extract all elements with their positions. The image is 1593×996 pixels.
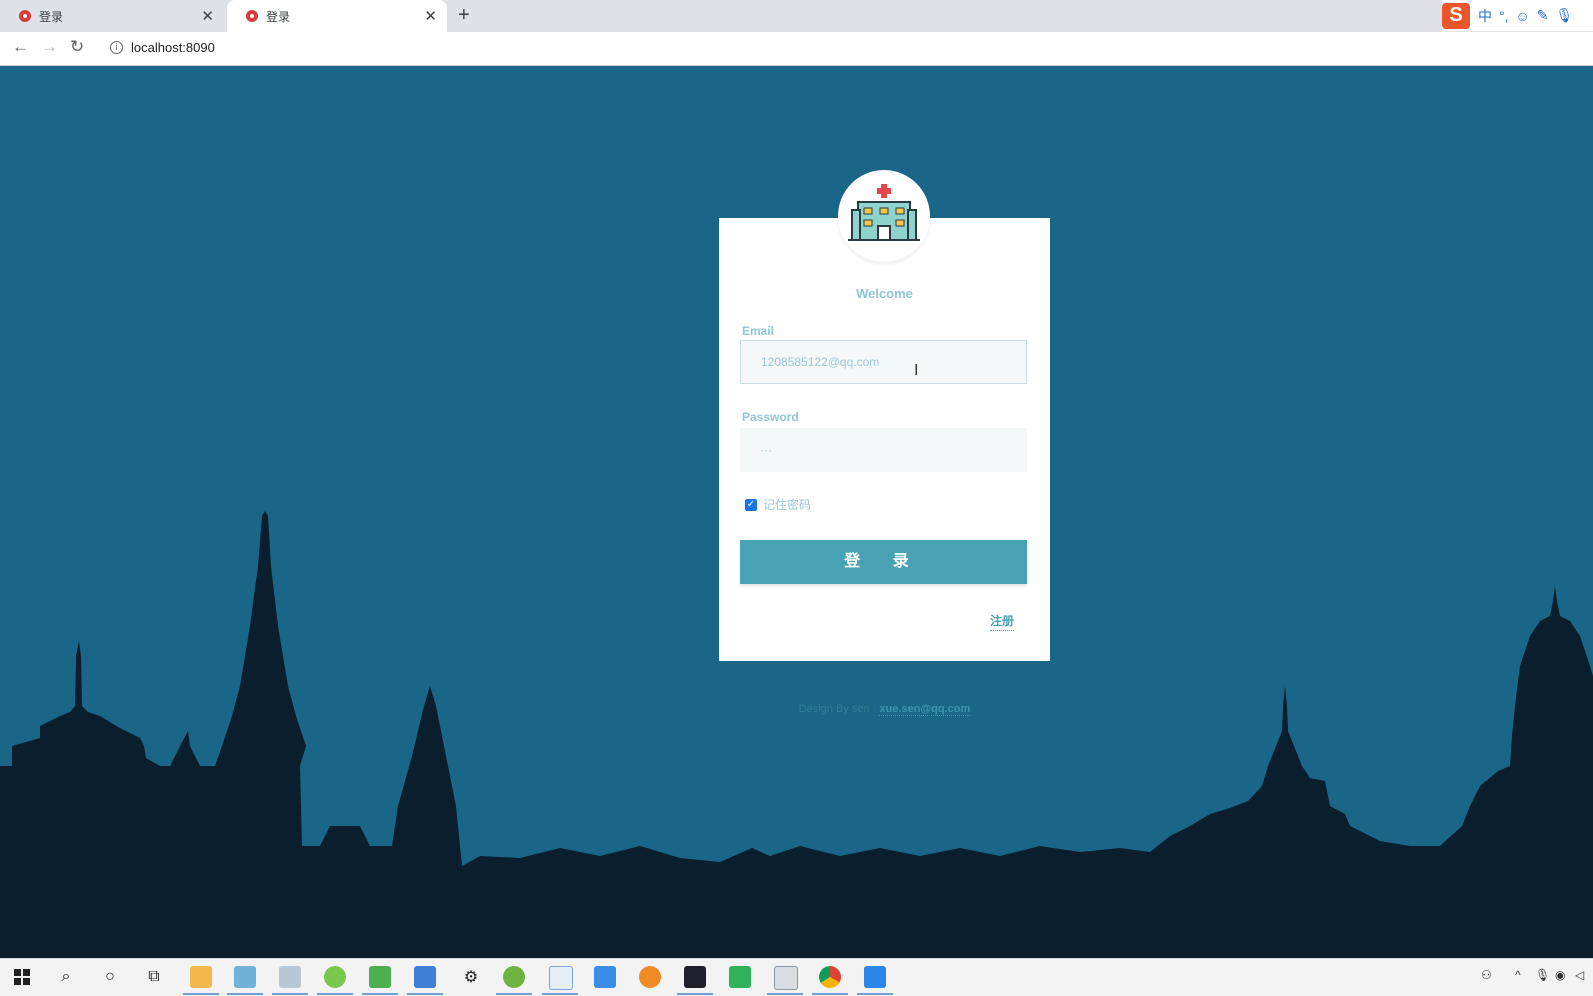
intellij-icon[interactable] — [684, 966, 706, 988]
hub-icon[interactable] — [549, 966, 573, 990]
welcome-heading: Welcome — [856, 286, 913, 301]
windows-start-icon[interactable] — [10, 965, 34, 989]
site-favicon-icon — [19, 10, 31, 22]
text-cursor-icon: I — [914, 362, 919, 379]
cortana-icon[interactable]: ○ — [98, 965, 122, 989]
ime-pen-icon[interactable]: ✎ — [1537, 7, 1549, 24]
volume-icon[interactable]: ◁ — [1575, 968, 1584, 982]
green-app-icon[interactable] — [324, 966, 346, 988]
store-icon[interactable] — [414, 966, 436, 988]
footer-credit: Design By sen · — [798, 703, 880, 715]
editor-icon[interactable] — [369, 966, 391, 988]
microphone-icon[interactable]: 🎙 — [1535, 968, 1550, 982]
settings-gear-icon[interactable]: ⚙ — [459, 965, 483, 989]
remember-checkbox[interactable]: ✓ — [745, 498, 757, 511]
people-icon[interactable]: ⚇ — [1481, 968, 1492, 982]
ime-mic-icon[interactable]: 🎙 — [1556, 7, 1574, 24]
hbuilder-icon[interactable] — [729, 966, 751, 988]
page-footer: Design By sen · xue.sen@qq.com — [719, 703, 1050, 716]
terminal-icon[interactable] — [774, 966, 798, 990]
email-input[interactable]: 1208585122@qq.com — [740, 340, 1027, 384]
site-favicon-icon — [246, 10, 258, 22]
tab-title: 登录 — [39, 9, 64, 24]
register-link[interactable]: 注册 — [990, 612, 1015, 631]
tab-title: 登录 — [266, 9, 291, 24]
remember-label[interactable]: 记住密码 — [763, 496, 811, 513]
address-bar[interactable]: i localhost:8090 — [110, 40, 215, 55]
new-tab-icon[interactable]: + — [458, 4, 470, 27]
hospital-logo — [838, 170, 930, 262]
footer-email-link[interactable]: xue.sen@qq.com — [879, 703, 971, 716]
site-info-icon[interactable]: i — [110, 41, 123, 54]
windows-taskbar: ⌕ ○ ⧉ ⚙ ⚇ ^ 🎙 ◉ ◁ — [0, 958, 1593, 996]
ime-punctuation-icon[interactable]: °, — [1499, 8, 1509, 24]
notes-icon[interactable] — [234, 966, 256, 988]
url-text[interactable]: localhost:8090 — [131, 40, 215, 55]
task-view-icon[interactable]: ⧉ — [142, 965, 166, 989]
meeting-icon[interactable] — [864, 966, 886, 988]
ime-logo-icon[interactable]: S — [1442, 2, 1470, 29]
password-input-value: ··· — [760, 443, 772, 457]
login-page: Welcome Email 1208585122@qq.com I Passwo… — [0, 66, 1593, 958]
browser-tab-strip: 登录 ✕ 登录 ✕ + S 中 °, ☺ ✎ 🎙 — [0, 0, 1593, 32]
remember-password[interactable]: ✓ 记住密码 — [745, 496, 811, 513]
login-button[interactable]: 登 录 — [740, 540, 1027, 584]
wps-icon[interactable] — [594, 966, 616, 988]
search-orange-icon[interactable] — [639, 966, 661, 988]
password-input[interactable]: ··· — [740, 428, 1027, 472]
email-input-value: 1208585122@qq.com — [761, 355, 880, 369]
ime-emoji-icon[interactable]: ☺ — [1516, 8, 1530, 24]
search-icon[interactable]: ⌕ — [54, 965, 78, 989]
browser-tab[interactable]: 登录 ✕ — [0, 0, 224, 32]
qq-icon[interactable]: ◉ — [1555, 968, 1565, 982]
hospital-icon — [848, 184, 920, 241]
browser-tab-active[interactable]: 登录 ✕ — [227, 0, 447, 32]
chrome-icon[interactable] — [819, 966, 841, 988]
ime-mode-label[interactable]: 中 — [1478, 6, 1492, 26]
file-explorer-icon[interactable] — [190, 966, 212, 988]
close-tab-icon[interactable]: ✕ — [424, 7, 437, 25]
spring-icon[interactable] — [503, 966, 525, 988]
password-label: Password — [742, 410, 799, 424]
screenshot-icon[interactable] — [279, 966, 301, 988]
back-icon[interactable]: ← — [12, 37, 29, 57]
ime-toolbar[interactable]: S 中 °, ☺ ✎ 🎙 — [1442, 0, 1593, 31]
close-tab-icon[interactable]: ✕ — [201, 7, 214, 25]
forward-icon[interactable]: → — [41, 37, 58, 57]
browser-toolbar: ← → ↻ i localhost:8090 — [0, 32, 1593, 66]
email-label: Email — [742, 324, 775, 338]
reload-icon[interactable]: ↻ — [70, 37, 84, 57]
tray-chevron-up-icon[interactable]: ^ — [1515, 968, 1521, 982]
